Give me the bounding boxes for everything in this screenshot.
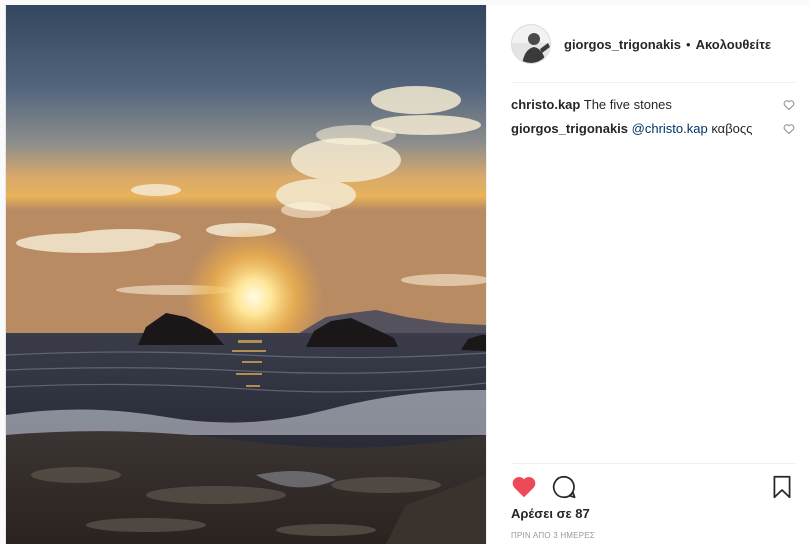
post-timestamp: ΠΡΙΝ ΑΠΟ 3 ΗΜΕΡΕΣ (511, 531, 595, 540)
comment-bubble-icon[interactable] (551, 474, 577, 500)
post-actions (511, 469, 795, 505)
post-header: giorgos_trigonakis • Ακολουθείτε (487, 5, 809, 83)
page-background: giorgos_trigonakis • Ακολουθείτε christo… (0, 0, 809, 544)
comment-username[interactable]: christo.kap (511, 97, 580, 112)
comment-content: christo.kap The five stones (511, 96, 783, 114)
comments-list: christo.kap The five stones giorgos_trig… (511, 96, 795, 144)
avatar-image (512, 25, 550, 63)
heart-filled-icon[interactable] (511, 474, 537, 500)
post-side-panel: giorgos_trigonakis • Ακολουθείτε christo… (486, 5, 809, 544)
header-divider (511, 82, 795, 83)
sunset-photo (6, 5, 486, 544)
comment-item: giorgos_trigonakis @christo.kap καβοςς (511, 120, 795, 138)
comment-item: christo.kap The five stones (511, 96, 795, 114)
bookmark-icon[interactable] (769, 474, 795, 500)
post-modal: giorgos_trigonakis • Ακολουθείτε christo… (5, 5, 809, 544)
comment-content: giorgos_trigonakis @christo.kap καβοςς (511, 120, 783, 138)
heart-outline-icon[interactable] (783, 99, 795, 111)
comment-text: The five stones (583, 97, 672, 112)
likes-count[interactable]: Αρέσει σε 87 (511, 506, 590, 521)
comment-username[interactable]: giorgos_trigonakis (511, 121, 628, 136)
post-photo[interactable] (6, 5, 486, 544)
avatar[interactable] (511, 24, 551, 64)
header-separator: • (686, 36, 691, 52)
post-author: giorgos_trigonakis • Ακολουθείτε (564, 37, 771, 52)
comment-text: καβοςς (711, 121, 753, 136)
author-username[interactable]: giorgos_trigonakis (564, 37, 681, 52)
following-status[interactable]: Ακολουθείτε (696, 37, 772, 52)
comment-mention[interactable]: @christo.kap (632, 121, 708, 136)
actions-divider (511, 463, 795, 464)
heart-outline-icon[interactable] (783, 123, 795, 135)
